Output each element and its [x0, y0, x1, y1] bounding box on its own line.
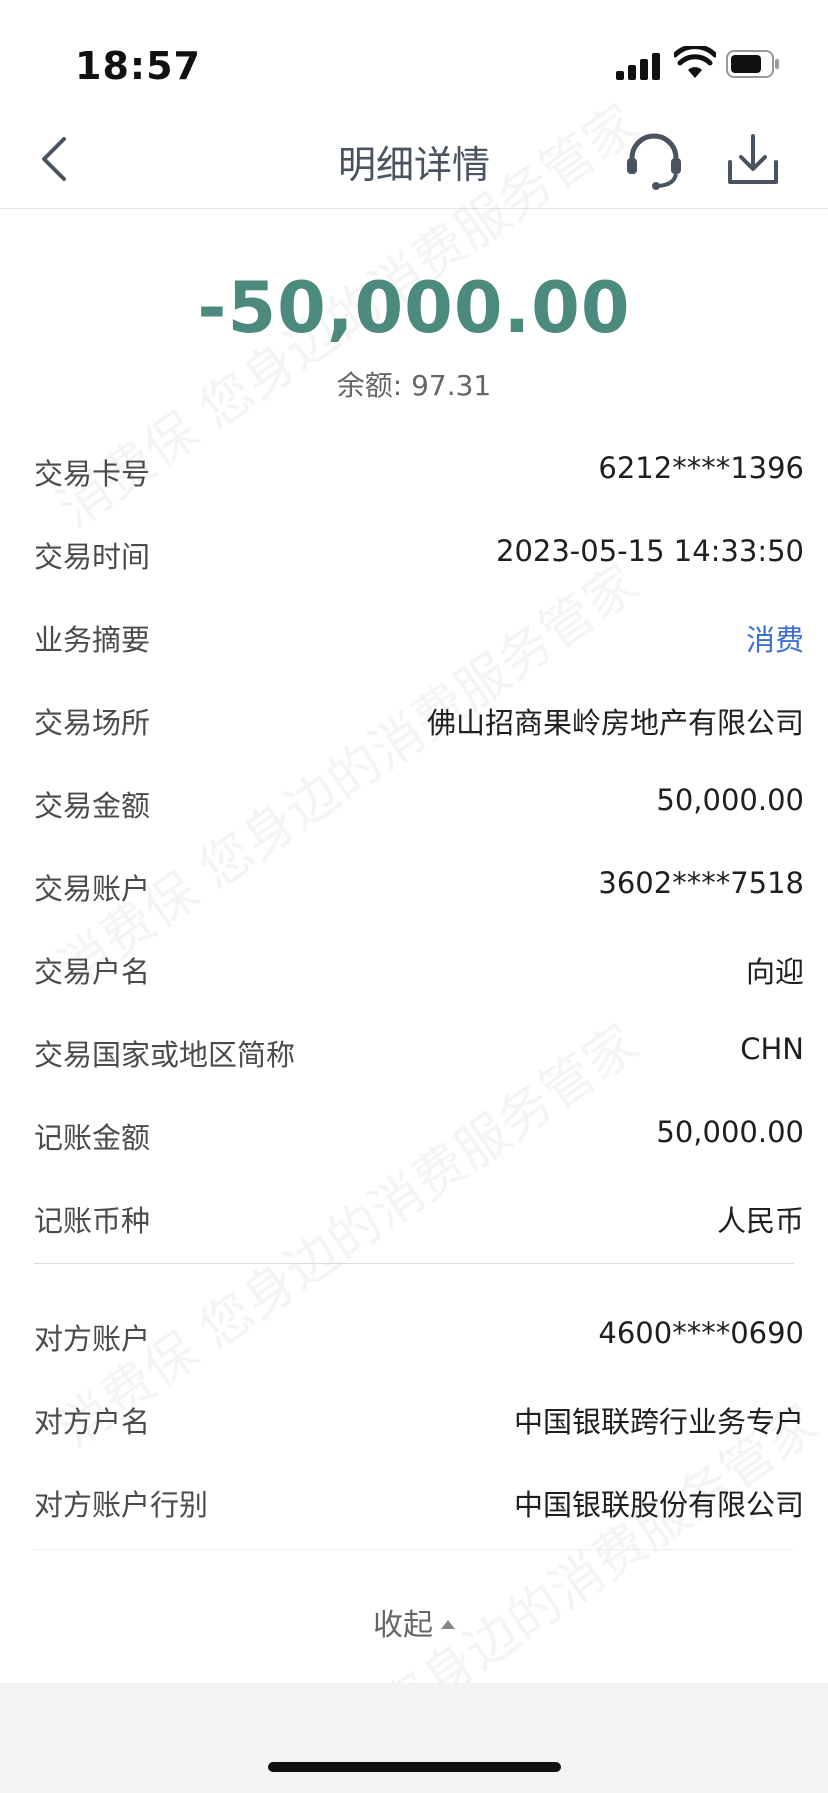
detail-label: 交易卡号	[34, 457, 151, 491]
detail-label: 交易国家或地区简称	[34, 1038, 296, 1072]
detail-row-currency: 记账币种 人民币	[34, 1174, 804, 1257]
detail-row-posted-amount: 记账金额 50,000.00	[34, 1091, 804, 1174]
detail-value: 6212****1396	[598, 451, 804, 485]
detail-label: 记账金额	[34, 1121, 151, 1155]
detail-label: 业务摘要	[34, 623, 151, 657]
detail-value: 50,000.00	[656, 783, 804, 817]
detail-label: 记账币种	[34, 1204, 151, 1238]
detail-row-merchant: 交易场所 佛山招商果岭房地产有限公司	[34, 676, 804, 759]
collapse-button[interactable]: 收起	[0, 1600, 828, 1644]
detail-value: 3602****7518	[598, 866, 804, 900]
detail-row-counterparty-account: 对方账户 4600****0690	[34, 1292, 804, 1375]
cellular-signal-icon	[616, 52, 662, 80]
wifi-icon	[674, 46, 716, 78]
detail-value: 50,000.00	[656, 1115, 804, 1149]
detail-value: 4600****0690	[598, 1316, 804, 1350]
business-summary-link[interactable]: 消费	[746, 617, 804, 659]
detail-value: 佛山招商果岭房地产有限公司	[426, 706, 804, 740]
detail-row-summary: 业务摘要 消费	[34, 593, 804, 676]
detail-label: 交易场所	[34, 706, 151, 740]
balance-value: 97.31	[411, 369, 492, 402]
collapse-label: 收起	[373, 1608, 433, 1643]
detail-label: 对方账户行别	[34, 1488, 209, 1522]
bottom-area	[0, 1683, 828, 1793]
detail-row-account: 交易账户 3602****7518	[34, 842, 804, 925]
detail-row-card-number: 交易卡号 6212****1396	[34, 427, 804, 510]
detail-row-counterparty-name: 对方户名 中国银联跨行业务专户	[34, 1375, 804, 1458]
status-time: 18:57	[75, 44, 201, 88]
detail-value: 人民币	[716, 1204, 804, 1238]
transaction-amount: -50,000.00	[197, 267, 631, 349]
detail-value: 中国银联股份有限公司	[513, 1488, 804, 1522]
detail-row-counterparty-bank: 对方账户行别 中国银联股份有限公司	[34, 1458, 804, 1541]
detail-row-country: 交易国家或地区简称 CHN	[34, 1008, 804, 1091]
detail-row-transaction-amount: 交易金额 50,000.00	[34, 759, 804, 842]
customer-service-icon[interactable]	[624, 130, 684, 190]
download-icon[interactable]	[725, 130, 781, 190]
page-title: 明细详情	[337, 143, 490, 187]
detail-label: 交易时间	[34, 540, 151, 574]
section-divider	[34, 1549, 794, 1550]
detail-value: 中国银联跨行业务专户	[513, 1405, 804, 1439]
home-indicator	[268, 1762, 561, 1772]
battery-icon	[726, 50, 779, 78]
detail-label: 交易账户	[34, 872, 151, 906]
detail-value: 向迎	[745, 955, 804, 989]
section-divider	[34, 1263, 794, 1264]
nav-bar: 明细详情	[0, 110, 828, 209]
detail-label: 对方户名	[34, 1405, 151, 1439]
detail-label: 对方账户	[34, 1322, 151, 1356]
detail-list: 交易卡号 6212****1396 交易时间 2023-05-15 14:33:…	[34, 427, 804, 1550]
balance-label: 余额:	[336, 369, 403, 402]
detail-row-account-name: 交易户名 向迎	[34, 925, 804, 1008]
detail-label: 交易金额	[34, 789, 151, 823]
amount-summary: -50,000.00 余额: 97.31	[0, 262, 828, 404]
status-bar: 18:57	[0, 0, 828, 110]
balance-line: 余额: 97.31	[0, 364, 828, 404]
detail-row-time: 交易时间 2023-05-15 14:33:50	[34, 510, 804, 593]
detail-value: 2023-05-15 14:33:50	[496, 534, 804, 568]
detail-label: 交易户名	[34, 955, 151, 989]
caret-up-icon	[441, 1620, 455, 1629]
detail-value: CHN	[740, 1032, 804, 1066]
